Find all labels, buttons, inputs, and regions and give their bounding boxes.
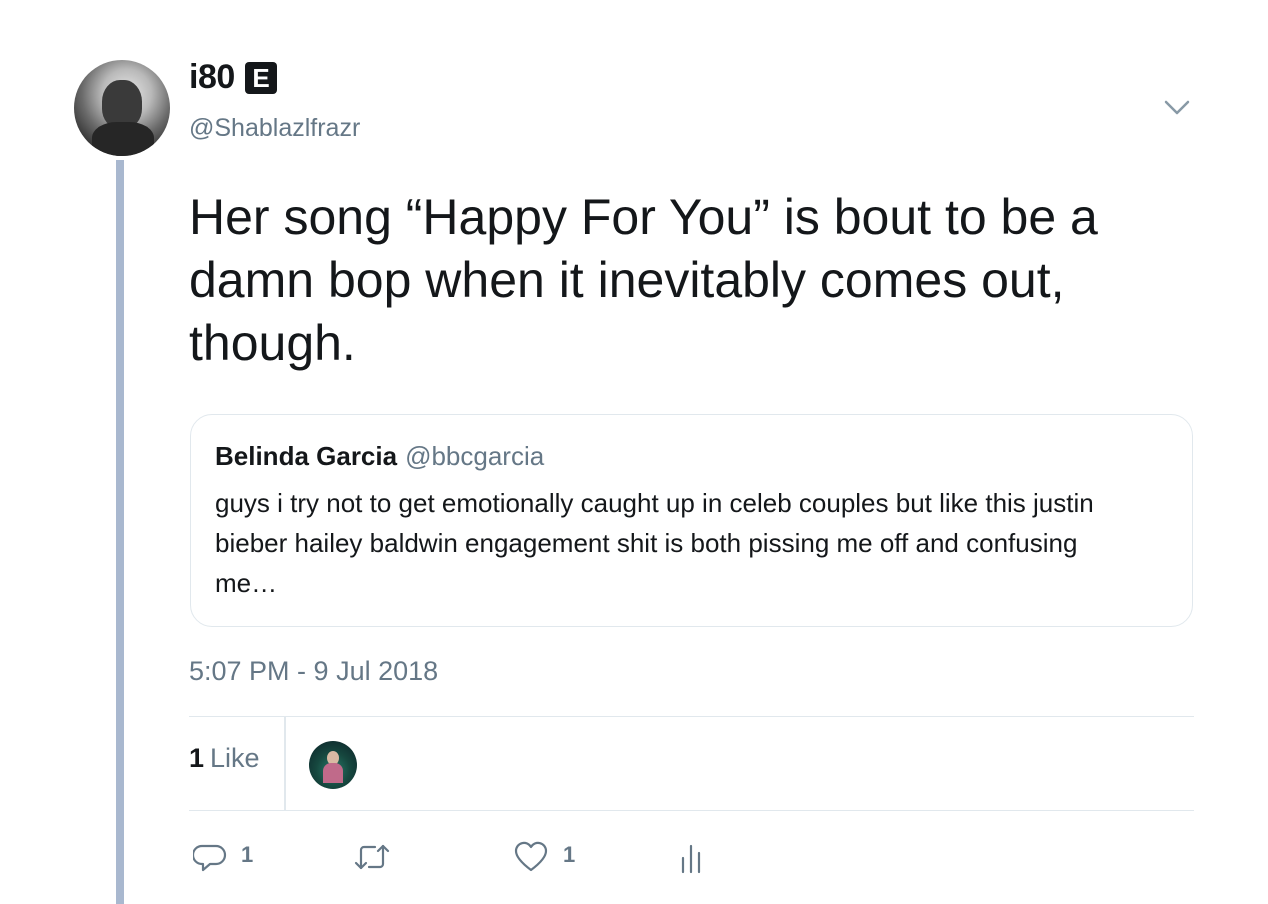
- explicit-badge: E: [244, 61, 277, 94]
- tweet-text: Her song “Happy For You” is bout to be a…: [189, 189, 1098, 371]
- likes-stat[interactable]: 1 Like: [189, 743, 260, 774]
- stats-divider: [284, 717, 286, 810]
- display-name-text[interactable]: i80: [189, 58, 235, 97]
- heart-icon: [514, 841, 548, 872]
- liker-avatar[interactable]: [309, 741, 357, 789]
- chevron-down-icon[interactable]: [1162, 96, 1192, 120]
- thread-line: [116, 160, 124, 904]
- analytics-icon: [681, 844, 701, 874]
- like-action-count: 1: [563, 842, 576, 867]
- retweet-button[interactable]: [353, 840, 405, 874]
- author-handle[interactable]: @Shablazlfrazr: [189, 114, 360, 143]
- reply-button[interactable]: 1: [193, 840, 253, 874]
- analytics-button[interactable]: [679, 840, 705, 874]
- like-button[interactable]: 1: [513, 840, 575, 874]
- tweet-timestamp[interactable]: 5:07 PM - 9 Jul 2018: [189, 656, 438, 687]
- quoted-tweet-text: guys i try not to get emotionally caught…: [215, 488, 1094, 598]
- stats-row: 1 Like: [189, 716, 1194, 811]
- quoted-tweet-header: Belinda Garcia @bbcgarcia: [215, 441, 544, 472]
- reply-count: 1: [241, 842, 254, 867]
- quoted-author-name: Belinda Garcia: [215, 441, 398, 471]
- quoted-author-handle: @bbcgarcia: [405, 441, 545, 471]
- author-avatar[interactable]: [74, 60, 170, 156]
- reply-icon: [193, 844, 227, 872]
- action-bar: 1 1: [189, 836, 1194, 882]
- likes-number: 1: [189, 743, 205, 773]
- retweet-icon: [354, 844, 390, 870]
- quoted-tweet-card[interactable]: Belinda Garcia @bbcgarcia guys i try not…: [190, 414, 1193, 627]
- likes-label: Like: [210, 743, 260, 773]
- author-display-name[interactable]: i80 E: [189, 58, 277, 97]
